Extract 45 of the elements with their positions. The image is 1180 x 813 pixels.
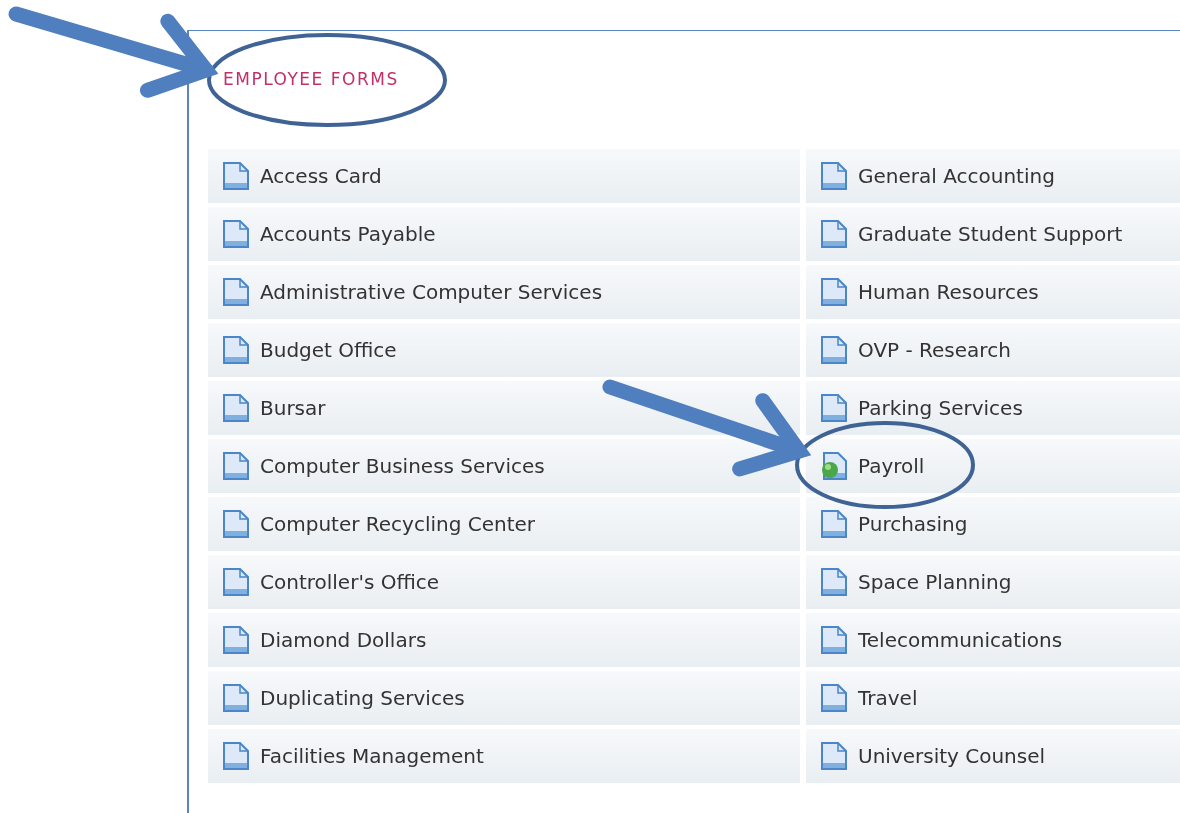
document-icon: [222, 277, 250, 307]
document-icon: [820, 161, 848, 191]
form-link[interactable]: Administrative Computer Services: [208, 265, 800, 319]
document-icon: [222, 393, 250, 423]
document-icon: [820, 335, 848, 365]
form-link[interactable]: Bursar: [208, 381, 800, 435]
form-link[interactable]: Human Resources: [806, 265, 1180, 319]
document-icon: [222, 161, 250, 191]
form-link[interactable]: OVP - Research: [806, 323, 1180, 377]
document-icon: [222, 509, 250, 539]
document-icon: [820, 741, 848, 771]
form-link[interactable]: Access Card: [208, 149, 800, 203]
form-link[interactable]: Parking Services: [806, 381, 1180, 435]
form-link[interactable]: Diamond Dollars: [208, 613, 800, 667]
document-icon: [222, 219, 250, 249]
form-link[interactable]: Controller's Office: [208, 555, 800, 609]
globe-document-icon: [820, 451, 848, 481]
form-link[interactable]: Telecommunications: [806, 613, 1180, 667]
form-link[interactable]: University Counsel: [806, 729, 1180, 783]
document-icon: [222, 451, 250, 481]
form-link[interactable]: Accounts Payable: [208, 207, 800, 261]
document-icon: [222, 567, 250, 597]
document-icon: [222, 683, 250, 713]
document-icon: [222, 741, 250, 771]
document-icon: [820, 625, 848, 655]
document-icon: [820, 567, 848, 597]
form-link[interactable]: Computer Business Services: [208, 439, 800, 493]
document-icon: [820, 393, 848, 423]
form-link[interactable]: Computer Recycling Center: [208, 497, 800, 551]
document-icon: [222, 335, 250, 365]
form-link[interactable]: Space Planning: [806, 555, 1180, 609]
document-icon: [820, 277, 848, 307]
document-icon: [820, 509, 848, 539]
form-link[interactable]: Budget Office: [208, 323, 800, 377]
form-link[interactable]: Duplicating Services: [208, 671, 800, 725]
form-link[interactable]: Graduate Student Support: [806, 207, 1180, 261]
form-link[interactable]: Payroll: [806, 439, 1180, 493]
form-link[interactable]: Facilities Management: [208, 729, 800, 783]
document-icon: [222, 625, 250, 655]
form-link[interactable]: Purchasing: [806, 497, 1180, 551]
section-title: EMPLOYEE FORMS: [223, 68, 399, 91]
document-icon: [820, 683, 848, 713]
document-icon: [820, 219, 848, 249]
form-link[interactable]: Travel: [806, 671, 1180, 725]
form-link[interactable]: General Accounting: [806, 149, 1180, 203]
